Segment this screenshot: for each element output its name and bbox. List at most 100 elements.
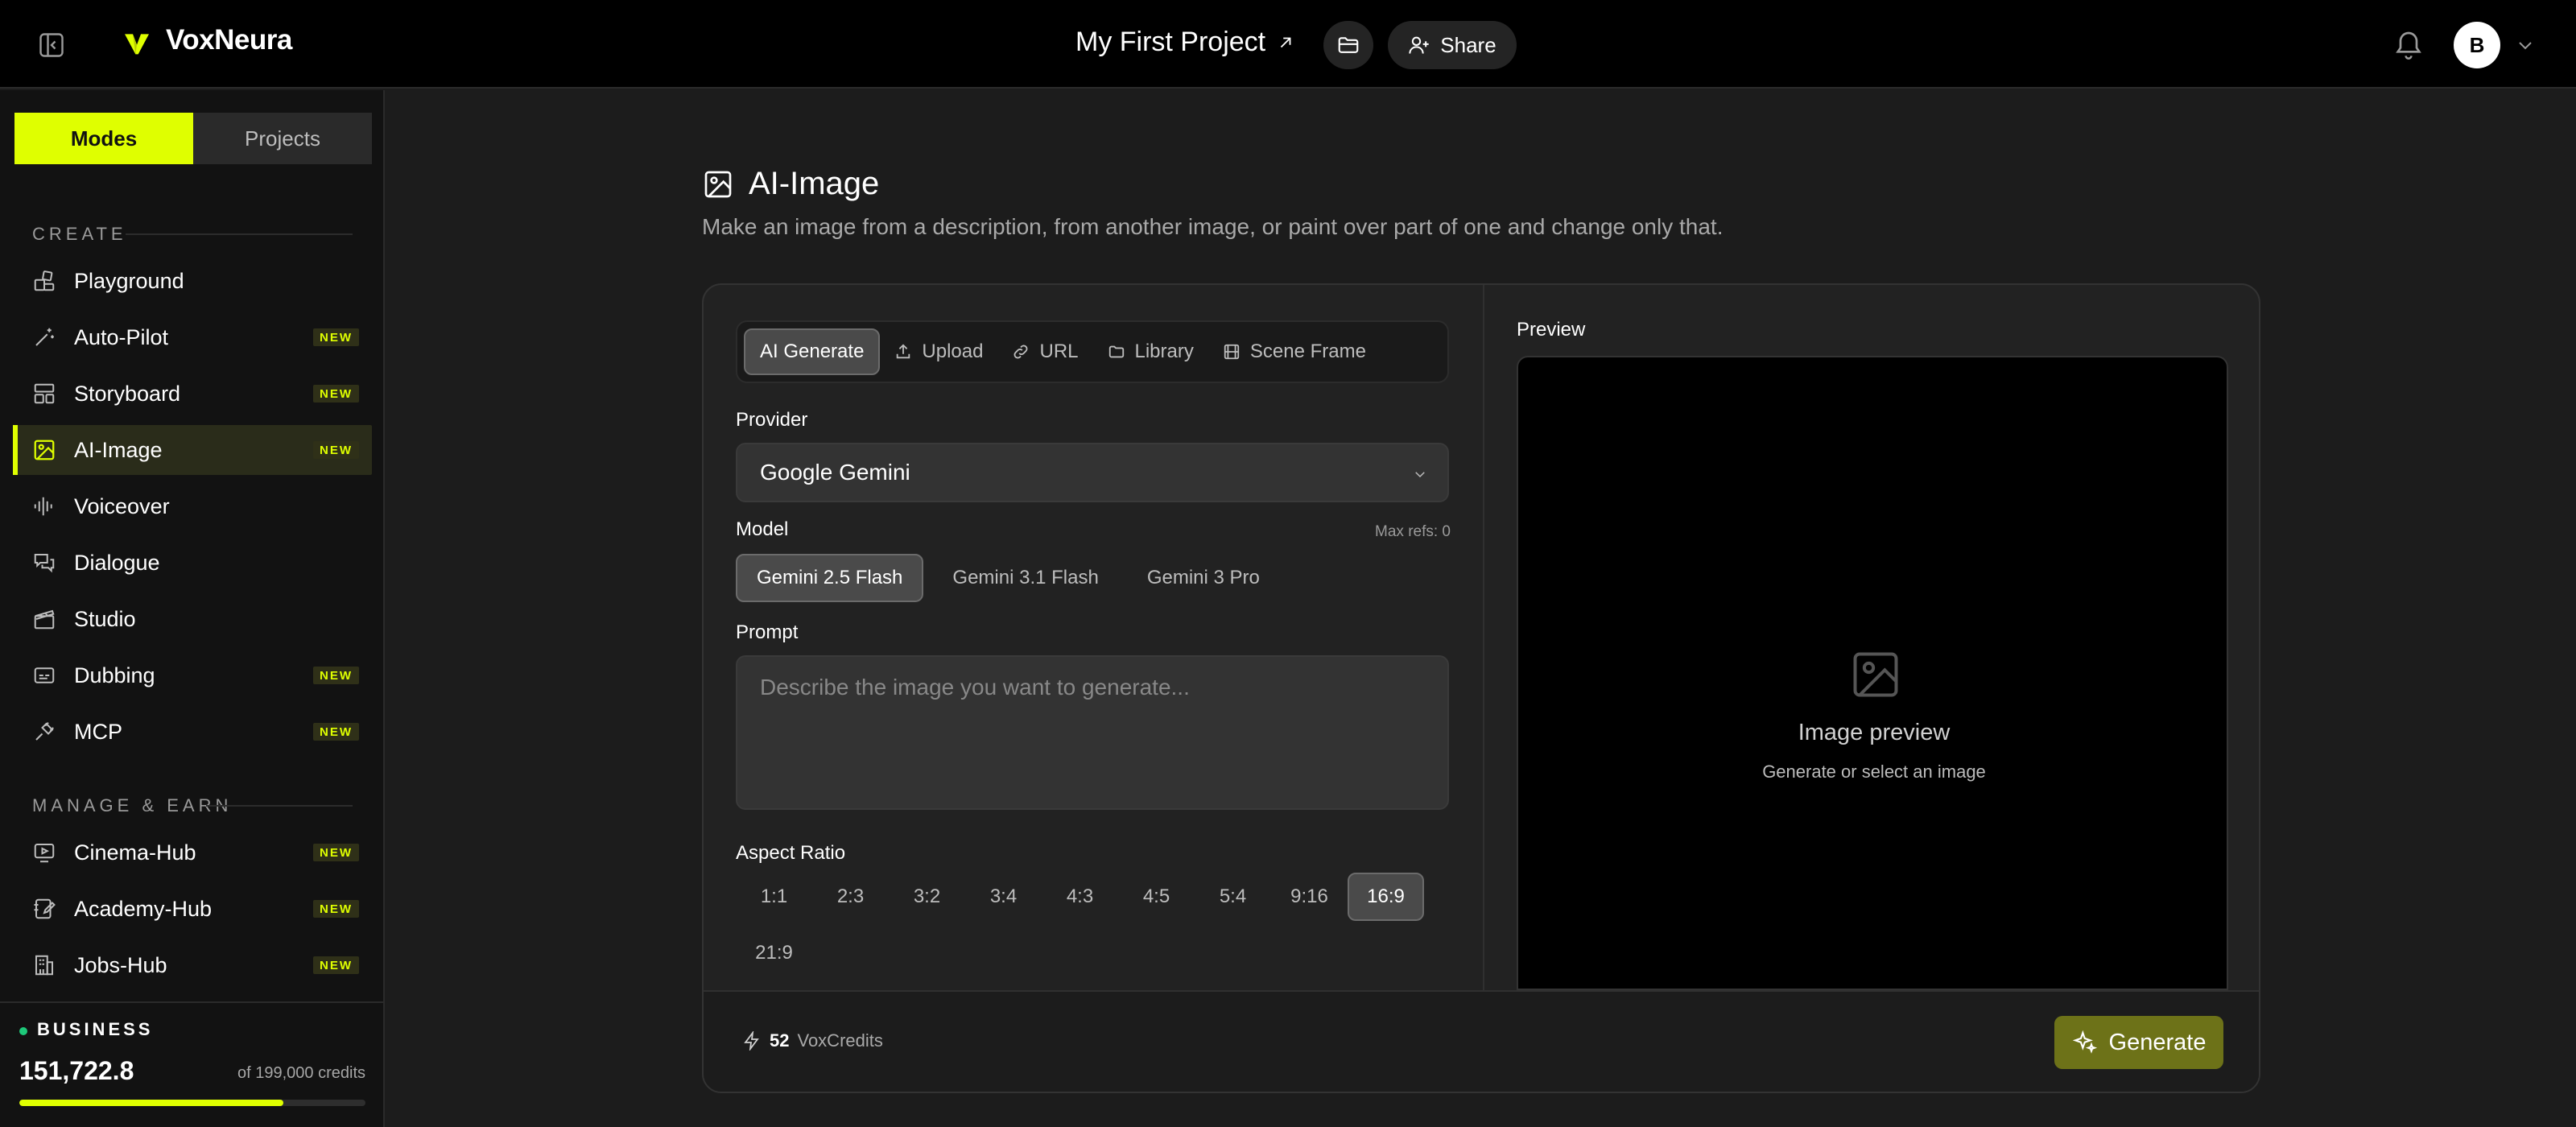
folder-icon [1336,33,1360,57]
aspect-option[interactable]: 4:5 [1118,873,1195,921]
sidebar-item-dialogue[interactable]: Dialogue [14,538,372,588]
plan-name: BUSINESS [37,1019,154,1039]
sidebar-item-dubbing[interactable]: Dubbing NEW [14,650,372,700]
sidebar-item-label: AI-Image [74,437,163,462]
upload-icon [894,343,912,361]
layout-icon [32,382,56,406]
brand-name[interactable]: VoxNeura [166,24,292,56]
page-subtitle: Make an image from a description, from a… [702,214,1724,239]
monitor-play-icon [32,840,56,865]
tab-library[interactable]: Library [1093,328,1208,375]
new-badge: NEW [313,900,359,918]
add-user-icon [1408,34,1430,56]
source-tabs: AI Generate Upload URL Library Scene Fra… [736,320,1449,383]
status-dot [19,1027,27,1035]
tab-scene-frame[interactable]: Scene Frame [1208,328,1381,375]
share-label: Share [1440,32,1496,57]
new-badge: NEW [313,844,359,861]
sidebar-item-academy-hub[interactable]: Academy-Hub NEW [14,884,372,934]
bell-icon[interactable] [2392,29,2425,61]
aspect-option[interactable]: 9:16 [1271,873,1348,921]
sidebar-item-playground[interactable]: Playground [14,256,372,306]
project-title-link[interactable]: My First Project [1075,27,1294,58]
sidebar-item-label: Voiceover [74,493,170,518]
provider-select[interactable]: Google Gemini [736,443,1449,502]
project-title: My First Project [1075,27,1266,57]
sidebar-item-storyboard[interactable]: Storyboard NEW [14,369,372,419]
sidebar-item-cinema-hub[interactable]: Cinema-Hub NEW [14,828,372,877]
aspect-option[interactable]: 5:4 [1195,873,1271,921]
tab-label: AI Generate [760,341,865,362]
aspect-option[interactable]: 21:9 [736,929,812,977]
voxneura-logo-icon[interactable] [121,27,153,60]
aspect-ratio-selector-row2: 21:9 [736,929,812,977]
model-option-gemini-2-5-flash[interactable]: Gemini 2.5 Flash [736,554,924,602]
sidebar-item-ai-image[interactable]: AI-Image NEW [13,425,372,475]
aspect-option[interactable]: 1:1 [736,873,812,921]
new-badge: NEW [313,956,359,974]
section-divider [126,233,353,235]
provider-label: Provider [736,409,808,431]
new-badge: NEW [313,328,359,346]
aspect-ratio-selector: 1:1 2:3 3:2 3:4 4:3 4:5 5:4 9:16 16:9 [736,873,1424,921]
modes-tab[interactable]: Modes [14,113,193,164]
sidebar-item-label: Playground [74,268,184,293]
generate-button[interactable]: Generate [2054,1016,2223,1069]
preview-label: Preview [1517,319,1586,341]
aspect-ratio-label: Aspect Ratio [736,842,846,864]
section-divider [206,805,353,807]
page-header: AI-Image [702,166,879,202]
credits-balance: 151,722.8 [19,1056,134,1085]
prompt-input[interactable] [736,655,1449,810]
sidebar-item-voiceover[interactable]: Voiceover [14,481,372,531]
sidebar-item-label: Cinema-Hub [74,840,196,865]
sidebar-item-auto-pilot[interactable]: Auto-Pilot NEW [14,312,372,362]
sidebar-item-label: Dubbing [74,663,155,687]
grid-icon [32,269,56,293]
plan-credits-panel: BUSINESS 151,722.8 of 199,000 credits [0,1001,383,1127]
share-button[interactable]: Share [1388,21,1517,69]
avatar[interactable]: B [2454,22,2500,68]
tab-upload[interactable]: Upload [880,328,997,375]
aspect-option[interactable]: 2:3 [812,873,889,921]
ai-image-card: AI Generate Upload URL Library Scene Fra… [702,283,2260,1093]
aspect-option-selected[interactable]: 16:9 [1348,873,1424,921]
pane-divider [1483,285,1484,990]
projects-tab[interactable]: Projects [193,113,372,164]
plug-icon [32,720,56,744]
page-title: AI-Image [749,166,880,201]
tab-ai-generate[interactable]: AI Generate [744,328,881,375]
aspect-option[interactable]: 3:4 [965,873,1042,921]
notebook-pen-icon [32,897,56,921]
aspect-option[interactable]: 3:2 [889,873,965,921]
image-icon [32,438,56,462]
preview-title: Image preview [1798,720,1951,745]
lightning-icon [742,1031,762,1051]
image-preview-area: Image preview Generate or select an imag… [1517,356,2228,990]
sidebar-item-label: MCP [74,719,122,744]
credit-cost-unit: VoxCredits [797,1030,883,1051]
model-selector: Gemini 2.5 Flash Gemini 3.1 Flash Gemini… [736,554,1279,602]
tab-label: Upload [922,341,984,362]
tab-label: Scene Frame [1249,341,1366,362]
open-folder-button[interactable] [1323,21,1373,69]
chevron-down-icon[interactable] [2515,35,2536,55]
credits-progress-fill [19,1100,283,1106]
sidebar-item-mcp[interactable]: MCP NEW [14,707,372,757]
sidebar-collapse-icon[interactable] [37,31,66,60]
clapperboard-icon [32,607,56,631]
sidebar: Modes Projects CREATE Playground Auto-Pi… [0,90,385,1127]
sidebar-item-label: Dialogue [74,550,160,575]
sidebar-item-label: Jobs-Hub [74,952,167,977]
audio-waveform-icon [32,494,56,518]
manage-section-label: MANAGE & EARN [32,795,233,815]
card-footer: 52 VoxCredits Generate [704,990,2259,1092]
sidebar-item-jobs-hub[interactable]: Jobs-Hub NEW [14,940,372,990]
sidebar-item-studio[interactable]: Studio [14,594,372,644]
tab-label: URL [1039,341,1079,362]
model-option-gemini-3-1-flash[interactable]: Gemini 3.1 Flash [933,554,1117,602]
aspect-option[interactable]: 4:3 [1042,873,1118,921]
image-placeholder-icon [1848,647,1903,702]
model-option-gemini-3-pro[interactable]: Gemini 3 Pro [1128,554,1279,602]
tab-url[interactable]: URL [997,328,1092,375]
